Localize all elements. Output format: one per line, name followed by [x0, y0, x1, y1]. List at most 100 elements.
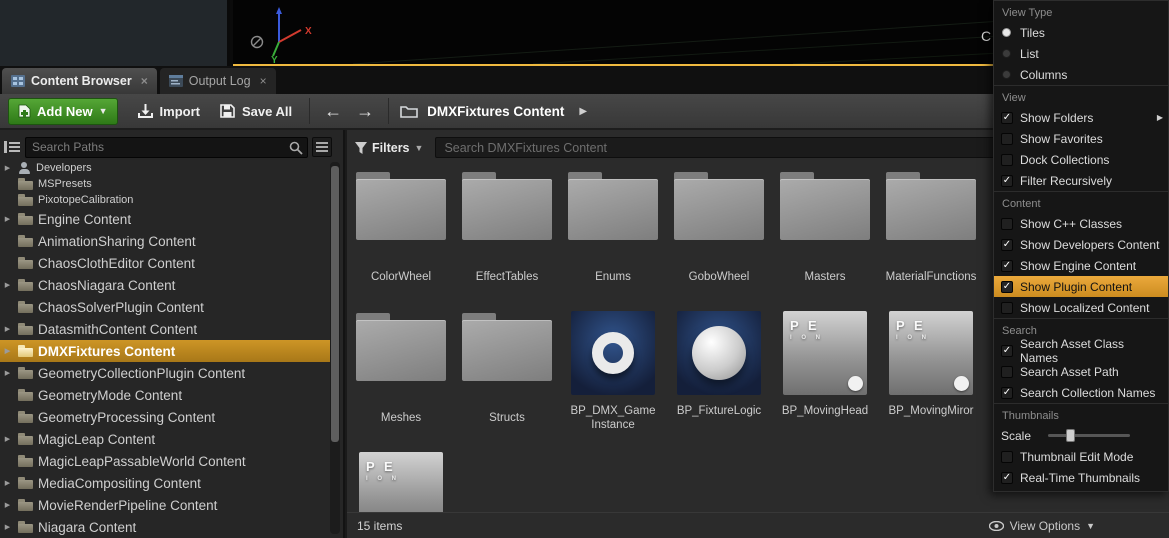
slider-handle[interactable]	[1066, 429, 1075, 442]
menu-item-thumbnail-edit-mode[interactable]: Thumbnail Edit Mode	[994, 446, 1168, 467]
folder-thumbnail	[780, 172, 870, 240]
menu-item-show-engine-content[interactable]: ✓Show Engine Content	[994, 255, 1168, 276]
tree-item-dmxfixtures-content[interactable]: ▶DMXFixtures Content	[0, 340, 330, 362]
menu-item-scale[interactable]: Scale	[994, 425, 1168, 446]
folder-icon	[400, 104, 418, 118]
forward-button[interactable]: →	[349, 102, 381, 120]
tree-item-label: DatasmithContent Content	[38, 322, 197, 337]
asset-folder-enums[interactable]: Enums	[567, 168, 659, 309]
asset-tile-bp-fixturelogic[interactable]: BP_FixtureLogic	[673, 309, 765, 450]
expand-arrow-icon[interactable]: ▶	[2, 369, 13, 377]
menu-item-show-localized-content[interactable]: Show Localized Content	[994, 297, 1168, 318]
tree-item-engine-content[interactable]: ▶Engine Content	[0, 208, 330, 230]
status-bar: 15 items View Options ▼	[347, 512, 1169, 538]
folder-icon	[18, 455, 33, 467]
menu-item-search-collection-names[interactable]: ✓Search Collection Names	[994, 382, 1168, 403]
tree-item-movierenderpipeline-content[interactable]: ▶MovieRenderPipeline Content	[0, 494, 330, 516]
menu-item-show-developers-content[interactable]: ✓Show Developers Content	[994, 234, 1168, 255]
breadcrumb-path[interactable]: DMXFixtures Content	[427, 104, 564, 119]
folder-icon	[18, 194, 33, 206]
expand-arrow-icon[interactable]: ▶	[2, 325, 13, 333]
left-panel-stub	[0, 0, 230, 66]
expand-arrow-icon[interactable]: ▶	[2, 215, 13, 223]
checkbox-icon: ✓	[1001, 472, 1013, 484]
menu-item-label: Show Localized Content	[1020, 301, 1149, 315]
view-options-button[interactable]: View Options ▼	[989, 519, 1095, 533]
checkbox-icon	[1001, 133, 1013, 145]
menu-item-show-folders[interactable]: ✓Show Folders▶	[994, 107, 1168, 128]
asset-thumbnail: P EI O N	[783, 311, 867, 395]
tree-item-geometryprocessing-content[interactable]: ▶GeometryProcessing Content	[0, 406, 330, 428]
menu-item-tiles[interactable]: Tiles	[994, 22, 1168, 43]
asset-search-input[interactable]	[436, 138, 994, 157]
expand-arrow-icon[interactable]: ▶	[2, 479, 13, 487]
tree-scrollbar[interactable]	[330, 162, 340, 534]
items-count: 15 items	[357, 519, 402, 533]
asset-folder-masters[interactable]: Masters	[779, 168, 871, 309]
funnel-icon	[355, 142, 367, 154]
tree-item-chaossolverplugin-content[interactable]: ▶ChaosSolverPlugin Content	[0, 296, 330, 318]
path-view-options-button[interactable]	[312, 137, 332, 157]
tree-item-datasmithcontent-content[interactable]: ▶ DatasmithContent Content	[0, 318, 330, 340]
sources-toggle-icon[interactable]	[4, 140, 20, 154]
asset-folder-gobowheel[interactable]: GoboWheel	[673, 168, 765, 309]
menu-item-dock-collections[interactable]: Dock Collections	[994, 149, 1168, 170]
asset-folder-meshes[interactable]: Meshes	[355, 309, 447, 450]
tab-output-log[interactable]: Output Log ×	[160, 68, 276, 94]
tree-item-animationsharing-content[interactable]: ▶AnimationSharing Content	[0, 230, 330, 252]
expand-arrow-icon[interactable]: ▶	[2, 523, 13, 531]
asset-folder-structs[interactable]: Structs	[461, 309, 553, 450]
back-button[interactable]: ←	[317, 102, 349, 120]
save-all-button[interactable]: Save All	[210, 96, 302, 126]
asset-folder-materialfunctions[interactable]: MaterialFunctions	[885, 168, 977, 309]
tree-item-geometrymode-content[interactable]: ▶GeometryMode Content	[0, 384, 330, 406]
eye-icon	[989, 521, 1004, 531]
menu-item-show-c-classes[interactable]: Show C++ Classes	[994, 213, 1168, 234]
tree-item-magicleap-content[interactable]: ▶MagicLeap Content	[0, 428, 330, 450]
menu-item-label: Show Engine Content	[1020, 259, 1136, 273]
menu-section-header: View	[994, 86, 1168, 107]
asset-folder-colorwheel[interactable]: ColorWheel	[355, 168, 447, 309]
chevron-down-icon: ▼	[1086, 521, 1095, 531]
asset-tile-bp-dmx-game-instance[interactable]: BP_DMX_Game Instance	[567, 309, 659, 450]
close-tab-icon[interactable]: ×	[141, 74, 148, 88]
filters-button[interactable]: Filters ▼	[355, 141, 423, 155]
tab-content-browser[interactable]: Content Browser ×	[2, 68, 157, 94]
add-new-button[interactable]: Add New ▼	[8, 98, 118, 125]
tree-item-pixotopecalibration[interactable]: ▶PixotopeCalibration	[0, 192, 330, 208]
menu-item-filter-recursively[interactable]: ✓Filter Recursively	[994, 170, 1168, 191]
menu-item-show-plugin-content[interactable]: ✓Show Plugin Content	[994, 276, 1168, 297]
import-button[interactable]: Import	[128, 96, 210, 126]
checkbox-icon	[1001, 218, 1013, 230]
close-tab-icon[interactable]: ×	[260, 74, 267, 88]
expand-arrow-icon[interactable]: ▶	[2, 164, 13, 172]
tree-item-label: GeometryMode Content	[38, 388, 182, 403]
menu-item-real-time-thumbnails[interactable]: ✓Real-Time Thumbnails	[994, 467, 1168, 488]
menu-item-show-favorites[interactable]: Show Favorites	[994, 128, 1168, 149]
tree-item-mspresets[interactable]: ▶MSPresets	[0, 176, 330, 192]
tree-item-label: Niagara Content	[38, 520, 136, 535]
menu-item-search-asset-path[interactable]: Search Asset Path	[994, 361, 1168, 382]
tree-item-magicleappassableworld-content[interactable]: ▶MagicLeapPassableWorld Content	[0, 450, 330, 472]
tree-item-chaosclotheditor-content[interactable]: ▶ChaosClothEditor Content	[0, 252, 330, 274]
tree-item-mediacompositing-content[interactable]: ▶MediaCompositing Content	[0, 472, 330, 494]
asset-tile-bp-movingmiror[interactable]: P EI O NBP_MovingMiror	[885, 309, 977, 450]
paths-search-input[interactable]	[26, 138, 307, 157]
menu-item-columns[interactable]: Columns	[994, 64, 1168, 85]
tree-item-geometrycollectionplugin-content[interactable]: ▶GeometryCollectionPlugin Content	[0, 362, 330, 384]
asset-tile-bp-movinghead[interactable]: P EI O NBP_MovingHead	[779, 309, 871, 450]
checkbox-icon	[1001, 154, 1013, 166]
expand-arrow-icon[interactable]: ▶	[2, 281, 13, 289]
asset-folder-effecttables[interactable]: EffectTables	[461, 168, 553, 309]
thumbnail-scale-slider[interactable]	[1048, 434, 1130, 437]
expand-arrow-icon[interactable]: ▶	[2, 501, 13, 509]
scrollbar-thumb[interactable]	[331, 166, 339, 442]
expand-arrow-icon[interactable]: ▶	[2, 435, 13, 443]
tree-item-developers[interactable]: ▶Developers	[0, 160, 330, 176]
tree-item-niagara-content[interactable]: ▶ Niagara Content	[0, 516, 330, 538]
menu-item-list[interactable]: List	[994, 43, 1168, 64]
tree-item-chaosniagara-content[interactable]: ▶ChaosNiagara Content	[0, 274, 330, 296]
expand-arrow-icon[interactable]: ▶	[2, 347, 13, 355]
breadcrumb-caret-icon[interactable]: ▶	[579, 106, 587, 117]
menu-item-search-asset-class-names[interactable]: ✓Search Asset Class Names	[994, 340, 1168, 361]
